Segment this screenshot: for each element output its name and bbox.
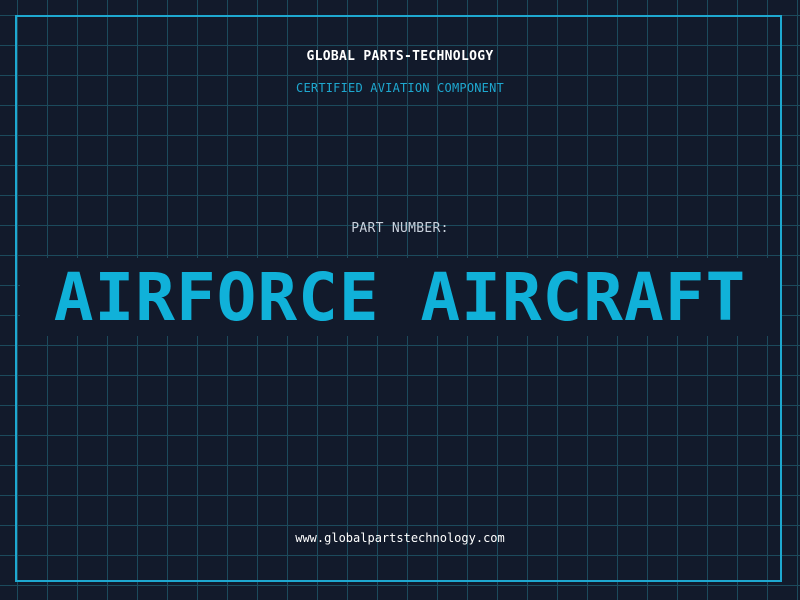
part-number-label: PART NUMBER: bbox=[351, 221, 449, 236]
part-number-value: AIRFORCE AIRCRAFT bbox=[53, 259, 747, 336]
company-name: GLOBAL PARTS-TECHNOLOGY bbox=[306, 49, 494, 64]
label-card: GLOBAL PARTS-TECHNOLOGY CERTIFIED AVIATI… bbox=[0, 0, 800, 600]
website-url: www.globalpartstechnology.com bbox=[295, 531, 505, 545]
subtitle: CERTIFIED AVIATION COMPONENT bbox=[296, 81, 504, 95]
